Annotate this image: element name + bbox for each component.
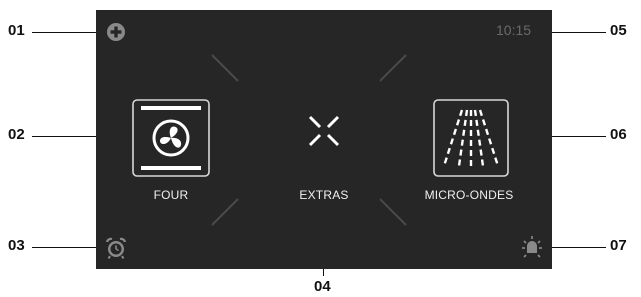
- fan-oven-icon: [132, 99, 210, 177]
- mode-button-four[interactable]: FOUR: [126, 98, 216, 210]
- mode-label-four: FOUR: [153, 188, 189, 202]
- callout-01: 01: [8, 22, 25, 39]
- callout-03: 03: [8, 237, 25, 254]
- microwave-waves-icon: [433, 99, 509, 177]
- mode-button-micro-ondes[interactable]: MICRO-ONDES: [416, 98, 522, 210]
- control-panel-screen: 10:15 FOUR EXTRAS MICRO-ONDES: [96, 10, 552, 269]
- leader-line-01: [32, 32, 106, 33]
- alarm-clock-icon[interactable]: [104, 236, 128, 260]
- callout-07: 07: [610, 237, 627, 254]
- light-bulb-icon[interactable]: [520, 234, 544, 260]
- leader-line-03: [32, 247, 104, 248]
- callout-04: 04: [314, 278, 331, 295]
- mode-label-micro-ondes: MICRO-ONDES: [424, 188, 514, 202]
- callout-02: 02: [8, 126, 25, 143]
- cross-arrows-icon: [308, 115, 340, 147]
- mode-label-extras: EXTRAS: [299, 188, 349, 202]
- mode-button-extras[interactable]: EXTRAS: [279, 113, 369, 210]
- callout-06: 06: [610, 126, 627, 143]
- callout-05: 05: [610, 22, 627, 39]
